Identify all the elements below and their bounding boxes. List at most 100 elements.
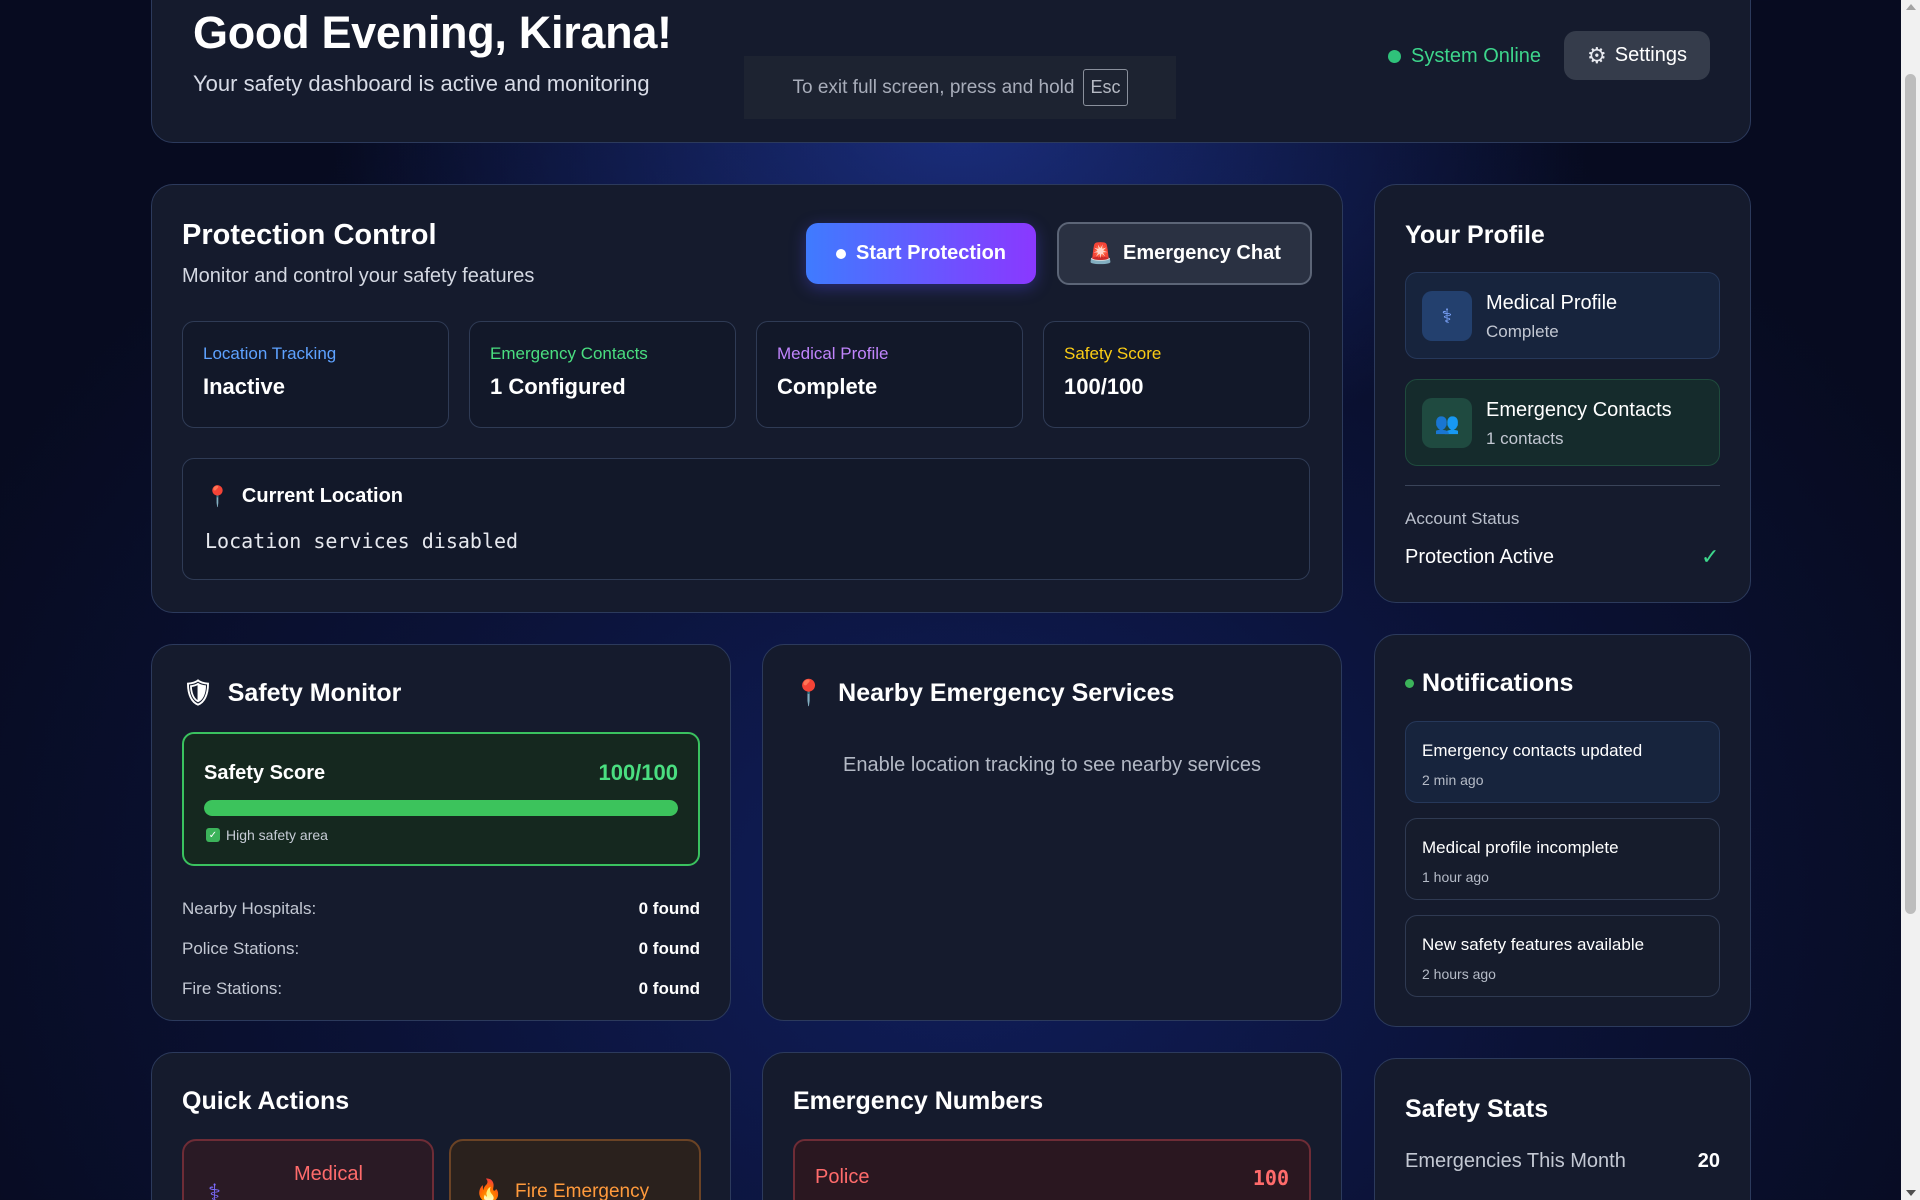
esc-key-hint: Esc bbox=[1083, 69, 1128, 106]
nearby-hospitals-row: Nearby Hospitals: 0 found bbox=[182, 899, 700, 919]
safety-score-label: Safety Score bbox=[204, 762, 326, 784]
stat-label: Safety Score bbox=[1064, 344, 1162, 363]
protection-subtitle: Monitor and control your safety features bbox=[182, 265, 535, 287]
siren-icon: 🚨 bbox=[1088, 243, 1114, 265]
nearby-services-title: 📍 Nearby Emergency Services bbox=[793, 679, 1174, 708]
notification-time: 1 hour ago bbox=[1422, 869, 1489, 885]
safety-stats-title: Safety Stats bbox=[1405, 1095, 1549, 1123]
emergency-numbers-card: Emergency Numbers Police 100 bbox=[762, 1052, 1342, 1200]
stats-row: Emergencies This Month 20 bbox=[1405, 1150, 1720, 1173]
profile-item-emergency-contacts[interactable]: 👥 Emergency Contacts 1 contacts bbox=[1405, 379, 1720, 466]
system-status: System Online bbox=[1388, 45, 1541, 68]
profile-item-medical[interactable]: ⚕ Medical Profile Complete bbox=[1405, 272, 1720, 359]
emergency-numbers-title: Emergency Numbers bbox=[793, 1087, 1044, 1115]
profile-card: Your Profile ⚕ Medical Profile Complete … bbox=[1374, 184, 1751, 603]
row-value: 0 found bbox=[638, 979, 700, 998]
shield-icon: 🛡 bbox=[182, 679, 214, 707]
row-value: 0 found bbox=[638, 939, 700, 958]
stat-label: Medical Profile bbox=[777, 344, 889, 363]
notification-item[interactable]: Medical profile incomplete 1 hour ago bbox=[1405, 818, 1720, 900]
medical-emergency-label: Medical bbox=[294, 1163, 363, 1185]
pin-icon: 📍 bbox=[793, 679, 825, 707]
stat-value: 100/100 bbox=[1064, 374, 1144, 399]
record-dot-icon bbox=[835, 248, 846, 259]
nearby-services-label: Nearby Emergency Services bbox=[838, 679, 1175, 707]
checkbox-icon: ✓ bbox=[206, 828, 220, 842]
stat-safety-score: Safety Score 100/100 bbox=[1043, 321, 1310, 428]
greeting-title: Good Evening, Kirana! bbox=[193, 7, 672, 58]
quick-actions-card: Quick Actions ⚕ Medical 🔥 Fire Emergency bbox=[151, 1052, 731, 1200]
settings-label: Settings bbox=[1614, 44, 1687, 66]
fire-icon: 🔥 bbox=[475, 1178, 503, 1200]
safety-score-panel: Safety Score 100/100 ✓ High safety area bbox=[182, 732, 700, 866]
quick-actions-title: Quick Actions bbox=[182, 1087, 350, 1115]
protection-control-card: Protection Control Monitor and control y… bbox=[151, 184, 1343, 613]
profile-item-status: 1 contacts bbox=[1486, 429, 1564, 448]
stat-label: Location Tracking bbox=[203, 344, 337, 363]
page-scrollbar[interactable] bbox=[1901, 0, 1920, 1200]
stat-medical-profile: Medical Profile Complete bbox=[756, 321, 1023, 428]
emergency-number-police[interactable]: Police 100 bbox=[793, 1139, 1311, 1200]
stat-label: Emergency Contacts bbox=[490, 344, 648, 363]
stat-value: Complete bbox=[777, 374, 878, 399]
stat-value: Inactive bbox=[203, 374, 285, 399]
nearby-empty-message: Enable location tracking to see nearby s… bbox=[842, 754, 1261, 776]
start-protection-label: Start Protection bbox=[855, 242, 1007, 264]
gear-icon: ⚙ bbox=[1587, 42, 1607, 68]
notification-time: 2 min ago bbox=[1422, 772, 1484, 788]
start-protection-button[interactable]: Start Protection bbox=[806, 223, 1036, 284]
fullscreen-exit-toast: To exit full screen, press and hold Esc bbox=[744, 56, 1176, 119]
notifications-card: Notifications Emergency contacts updated… bbox=[1374, 634, 1751, 1027]
fire-emergency-label: Fire Emergency bbox=[515, 1181, 650, 1200]
row-value: 0 found bbox=[638, 899, 700, 918]
scroll-down-arrow-icon[interactable] bbox=[1906, 1190, 1916, 1196]
safety-stats-card: Safety Stats Emergencies This Month 20 bbox=[1374, 1058, 1751, 1200]
profile-item-name: Emergency Contacts bbox=[1486, 399, 1672, 421]
row-label: Police Stations: bbox=[182, 939, 300, 958]
medical-emergency-button[interactable]: ⚕ Medical bbox=[182, 1139, 434, 1200]
emergency-number-value: 100 bbox=[1252, 1166, 1289, 1190]
safety-monitor-label: Safety Monitor bbox=[227, 679, 402, 707]
stats-value: 20 bbox=[1697, 1150, 1720, 1172]
notification-item[interactable]: New safety features available 2 hours ag… bbox=[1405, 915, 1720, 997]
fire-emergency-button[interactable]: 🔥 Fire Emergency bbox=[449, 1139, 701, 1200]
stat-location-tracking: Location Tracking Inactive bbox=[182, 321, 449, 428]
stats-label: Emergencies This Month bbox=[1405, 1150, 1626, 1172]
fire-stations-row: Fire Stations: 0 found bbox=[182, 979, 700, 999]
check-icon: ✓ bbox=[1701, 544, 1720, 569]
profile-item-status: Complete bbox=[1486, 322, 1559, 341]
safety-monitor-title: 🛡 Safety Monitor bbox=[182, 679, 401, 708]
scrollbar-thumb[interactable] bbox=[1905, 74, 1916, 914]
settings-button[interactable]: ⚙ Settings bbox=[1564, 31, 1710, 80]
system-status-label: System Online bbox=[1411, 45, 1542, 67]
safety-score-fill bbox=[204, 800, 678, 816]
row-label: Nearby Hospitals: bbox=[182, 899, 317, 918]
stat-emergency-contacts: Emergency Contacts 1 Configured bbox=[469, 321, 736, 428]
profile-title: Your Profile bbox=[1405, 221, 1545, 249]
people-icon: 👥 bbox=[1422, 398, 1472, 448]
notification-title: New safety features available bbox=[1422, 935, 1645, 954]
pin-icon: 📍 bbox=[205, 486, 230, 508]
live-dot-icon bbox=[1405, 679, 1414, 688]
emergency-chat-button[interactable]: 🚨 Emergency Chat bbox=[1057, 222, 1312, 285]
protection-title: Protection Control bbox=[182, 219, 437, 251]
stat-value: 1 Configured bbox=[490, 374, 626, 399]
welcome-header: Good Evening, Kirana! Your safety dashbo… bbox=[151, 0, 1751, 143]
safety-score-bar bbox=[204, 800, 678, 816]
safety-score-value: 100/100 bbox=[598, 760, 678, 785]
notification-title: Emergency contacts updated bbox=[1422, 741, 1643, 760]
current-location-title: 📍 Current Location bbox=[205, 484, 403, 509]
greeting-subtitle: Your safety dashboard is active and moni… bbox=[193, 71, 650, 96]
row-label: Fire Stations: bbox=[182, 979, 283, 998]
scroll-up-arrow-icon[interactable] bbox=[1906, 4, 1916, 10]
account-status-value: Protection Active bbox=[1405, 546, 1554, 568]
stethoscope-icon: ⚕ bbox=[208, 1180, 221, 1200]
notifications-title: Notifications bbox=[1405, 669, 1573, 698]
safety-monitor-card: 🛡 Safety Monitor Safety Score 100/100 ✓ … bbox=[151, 644, 731, 1021]
account-status-label: Account Status bbox=[1405, 509, 1520, 528]
safety-note-text: High safety area bbox=[226, 827, 328, 843]
emergency-number-name: Police bbox=[815, 1166, 870, 1188]
current-location-label: Current Location bbox=[241, 485, 404, 507]
emergency-chat-label: Emergency Chat bbox=[1123, 242, 1281, 264]
notification-item[interactable]: Emergency contacts updated 2 min ago bbox=[1405, 721, 1720, 803]
